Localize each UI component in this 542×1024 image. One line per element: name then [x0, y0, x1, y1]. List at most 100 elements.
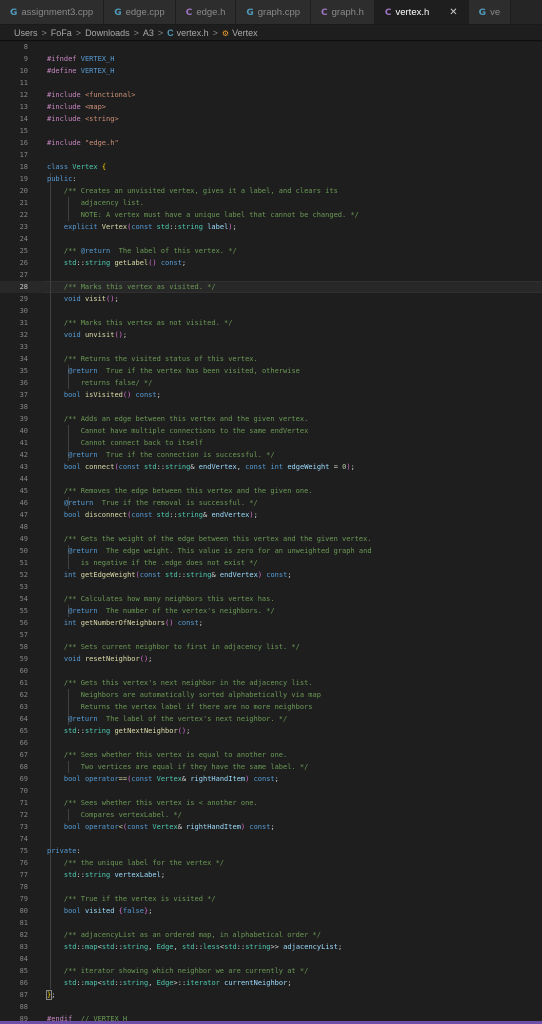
code-line[interactable]: 67 /** Sees whether this vertex is equal… [0, 749, 542, 761]
code-line[interactable]: 14 #include <string> [0, 113, 542, 125]
code-line[interactable]: 15 [0, 125, 542, 137]
code-line[interactable]: 64 @return The label of the vertex's nex… [0, 713, 542, 725]
code-line[interactable]: 46 @return True if the removal is succes… [0, 497, 542, 509]
code-line[interactable]: 38 [0, 401, 542, 413]
code-line[interactable]: 32 void unvisit(); [0, 329, 542, 341]
code-line[interactable]: 10 #define VERTEX_H [0, 65, 542, 77]
code-line[interactable]: 26 std::string getLabel() const; [0, 257, 542, 269]
code-line[interactable]: 41 Cannot connect back to itself [0, 437, 542, 449]
code-line[interactable]: 81 [0, 917, 542, 929]
code-line[interactable]: 19 public: [0, 173, 542, 185]
code-line[interactable]: 66 [0, 737, 542, 749]
code-line[interactable]: 77 std::string vertexLabel; [0, 869, 542, 881]
code-line[interactable]: 72 Compares vertexLabel. */ [0, 809, 542, 821]
code-token: class [47, 163, 69, 171]
code-line[interactable]: 24 [0, 233, 542, 245]
code-line[interactable]: 33 [0, 341, 542, 353]
breadcrumb-item-users[interactable]: Users [14, 28, 38, 38]
code-line[interactable]: 21 adjacency list. [0, 197, 542, 209]
code-line[interactable]: 17 [0, 149, 542, 161]
code-line[interactable]: 9 #ifndef VERTEX_H [0, 53, 542, 65]
code-line[interactable]: 16 #include "edge.h" [0, 137, 542, 149]
code-line[interactable]: 65 std::string getNextNeighbor(); [0, 725, 542, 737]
code-line[interactable]: 42 @return True if the connection is suc… [0, 449, 542, 461]
code-line[interactable]: 69 bool operator==(const Vertex& rightHa… [0, 773, 542, 785]
code-line[interactable]: 31 /** Marks this vertex as not visited.… [0, 317, 542, 329]
code-line[interactable]: 48 [0, 521, 542, 533]
code-line[interactable]: 53 [0, 581, 542, 593]
code-line[interactable]: 22 NOTE: A vertex must have a unique lab… [0, 209, 542, 221]
tab-ve[interactable]: Gve [468, 0, 512, 24]
code-line[interactable]: 18 class Vertex { [0, 161, 542, 173]
code-line[interactable]: 35 @return True if the vertex has been v… [0, 365, 542, 377]
breadcrumb-item-downloads[interactable]: Downloads [85, 28, 130, 38]
code-line[interactable]: 83 std::map<std::string, Edge, std::less… [0, 941, 542, 953]
code-line[interactable]: 74 [0, 833, 542, 845]
code-line[interactable]: 85 /** iterator showing which neighbor w… [0, 965, 542, 977]
code-line[interactable]: 23 explicit Vertex(const std::string lab… [0, 221, 542, 233]
tab-vertex-h[interactable]: Cvertex.h ✕ [374, 0, 469, 24]
code-line[interactable]: 61 /** Gets this vertex's next neighbor … [0, 677, 542, 689]
code-line[interactable]: 40 Cannot have multiple connections to t… [0, 425, 542, 437]
code-line[interactable]: 8 [0, 41, 542, 53]
code-line[interactable]: 43 bool connect(const std::string& endVe… [0, 461, 542, 473]
code-line[interactable]: 58 /** Sets current neighbor to first in… [0, 641, 542, 653]
code-line[interactable]: 68 Two vertices are equal if they have t… [0, 761, 542, 773]
code-line[interactable]: 57 [0, 629, 542, 641]
code-line[interactable]: 54 /** Calculates how many neighbors thi… [0, 593, 542, 605]
code-line[interactable]: 52 int getEdgeWeight(const std::string& … [0, 569, 542, 581]
code-line[interactable]: 51 is negative if the .edge does not exi… [0, 557, 542, 569]
code-line[interactable]: 45 /** Removes the edge between this ver… [0, 485, 542, 497]
code-line[interactable]: 29 void visit(); [0, 293, 542, 305]
code-line[interactable]: 30 [0, 305, 542, 317]
code-line[interactable]: 39 /** Adds an edge between this vertex … [0, 413, 542, 425]
code-line[interactable]: 73 bool operator<(const Vertex& rightHan… [0, 821, 542, 833]
breadcrumb-item-a3[interactable]: A3 [143, 28, 154, 38]
code-line[interactable]: 76 /** the unique label for the vertex *… [0, 857, 542, 869]
code-line[interactable]: 28 /** Marks this vertex as visited. */ [0, 281, 542, 293]
code-line[interactable]: 56 int getNumberOfNeighbors() const; [0, 617, 542, 629]
code-line[interactable]: 34 /** Returns the visited status of thi… [0, 353, 542, 365]
code-line[interactable]: 50 @return The edge weight. This value i… [0, 545, 542, 557]
breadcrumb-item-symbol[interactable]: Vertex [232, 28, 258, 38]
code-line[interactable]: 59 void resetNeighbor(); [0, 653, 542, 665]
tab-graph-h[interactable]: Cgraph.h [311, 0, 375, 24]
code-line[interactable]: 75 private: [0, 845, 542, 857]
code-line[interactable]: 47 bool disconnect(const std::string& en… [0, 509, 542, 521]
code-line[interactable]: 84 [0, 953, 542, 965]
code-line[interactable]: 55 @return The number of the vertex's ne… [0, 605, 542, 617]
close-icon[interactable]: ✕ [449, 7, 457, 18]
tab-edge-h[interactable]: Cedge.h [175, 0, 237, 24]
code-line[interactable]: 87}; [0, 989, 542, 1001]
tab-edge-cpp[interactable]: Gedge.cpp [104, 0, 176, 24]
code-line[interactable]: 88 [0, 1001, 542, 1013]
code-line[interactable]: 70 [0, 785, 542, 797]
code-line[interactable]: 20 /** Creates an unvisited vertex, give… [0, 185, 542, 197]
code-line[interactable]: 82 /** adjacencyList as an ordered map, … [0, 929, 542, 941]
code-line[interactable]: 25 /** @return The label of this vertex.… [0, 245, 542, 257]
code-token: :: [177, 571, 187, 579]
code-line[interactable]: 60 [0, 665, 542, 677]
breadcrumb-item-fofa[interactable]: FoFa [51, 28, 72, 38]
breadcrumb-item-file[interactable]: vertex.h [177, 28, 209, 38]
tab-graph-cpp[interactable]: Ggraph.cpp [236, 0, 312, 24]
code-line[interactable]: 37 bool isVisited() const; [0, 389, 542, 401]
code-line[interactable]: 62 Neighbors are automatically sorted al… [0, 689, 542, 701]
tab-assignment3-cpp[interactable]: Gassignment3.cpp [0, 0, 105, 24]
indent-guide [50, 341, 51, 353]
code-line[interactable]: 27 [0, 269, 542, 281]
code-line[interactable]: 11 [0, 77, 542, 89]
code-line[interactable]: 86 std::map<std::string, Edge>::iterator… [0, 977, 542, 989]
code-line[interactable]: 80 bool visited {false}; [0, 905, 542, 917]
code-line[interactable]: 12 #include <functional> [0, 89, 542, 101]
code-line[interactable]: 13 #include <map> [0, 101, 542, 113]
code-line[interactable]: 71 /** Sees whether this vertex is < ano… [0, 797, 542, 809]
code-line[interactable]: 63 Returns the vertex label if there are… [0, 701, 542, 713]
code-line[interactable]: 49 /** Gets the weight of the edge betwe… [0, 533, 542, 545]
indent-guide [50, 521, 51, 533]
code-line[interactable]: 79 /** True if the vertex is visited */ [0, 893, 542, 905]
code-line[interactable]: 36 returns false/ */ [0, 377, 542, 389]
code-editor[interactable]: 8 9 #ifndef VERTEX_H 10 #define VERTEX_H 11 12… [0, 40, 542, 1024]
code-line[interactable]: 44 [0, 473, 542, 485]
code-line[interactable]: 78 [0, 881, 542, 893]
